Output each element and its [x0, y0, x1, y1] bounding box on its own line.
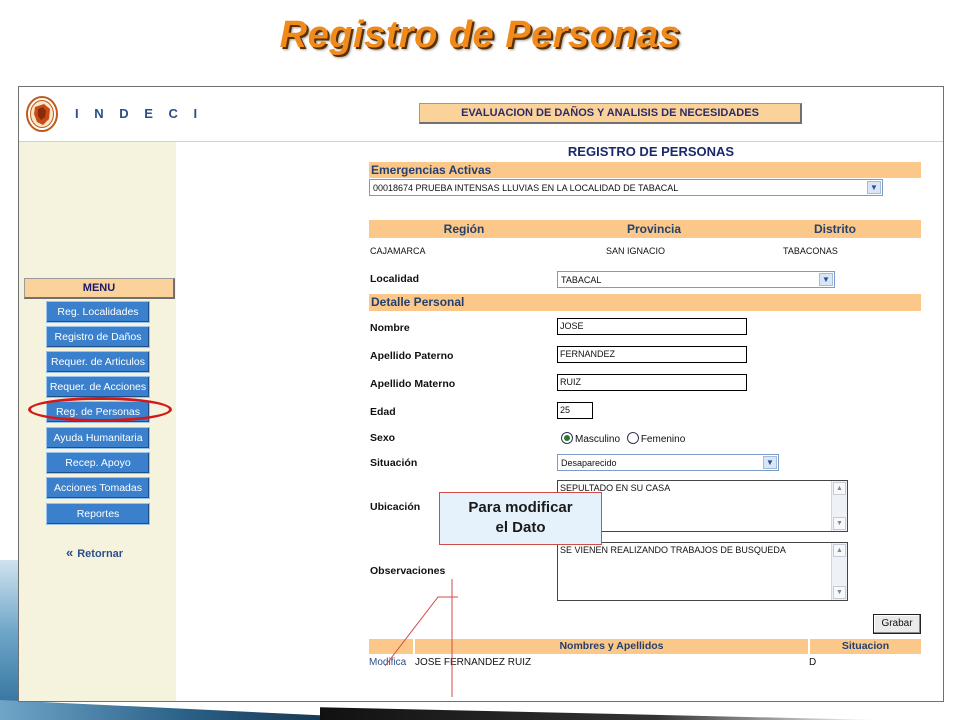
radio-masculino[interactable] [561, 432, 573, 444]
value-provincia: SAN IGNACIO [606, 246, 666, 256]
grabar-button[interactable]: Grabar [873, 614, 921, 634]
brand-name: I N D E C I [75, 106, 204, 121]
nombre-label: Nombre [370, 322, 410, 334]
menu-title: MENU [24, 278, 175, 299]
double-chevron-left-icon: « [66, 545, 74, 560]
situacion-label: Situación [370, 457, 418, 469]
page-heading: REGISTRO DE PERSONAS [567, 144, 735, 159]
scroll-down-icon[interactable]: ▼ [833, 517, 846, 530]
section-detalle: Detalle Personal [369, 294, 921, 311]
scroll-down-icon[interactable]: ▼ [833, 586, 846, 599]
localidad-select-value: TABACAL [561, 275, 602, 285]
indeci-logo-icon [26, 96, 58, 132]
table-header-action [369, 639, 413, 654]
menu-item-registro-danos[interactable]: Registro de Daños [46, 326, 150, 348]
apellido-paterno-label: Apellido Paterno [370, 350, 454, 362]
observaciones-label: Observaciones [370, 565, 446, 577]
table-header-nombres: Nombres y Apellidos [415, 639, 808, 654]
slide-title: Registro de Personas [279, 14, 681, 56]
scroll-up-icon[interactable]: ▲ [833, 482, 846, 495]
callout-line-1: Para modificar [468, 499, 573, 516]
value-region: CAJAMARCA [370, 246, 426, 256]
radio-masculino-label: Masculino [575, 434, 621, 445]
value-distrito: TABACONAS [783, 246, 838, 256]
decor-bottom-shadow [320, 707, 880, 720]
observaciones-textarea[interactable]: SE VIENEN REALIZANDO TRABAJOS DE BUSQUED… [557, 542, 848, 601]
modifica-link[interactable]: Modifica [369, 657, 406, 668]
sexo-label: Sexo [370, 432, 396, 444]
header-provincia: Provincia [559, 220, 749, 238]
header-distrito: Distrito [749, 220, 921, 238]
apellido-materno-input[interactable]: RUIZ [557, 374, 747, 391]
table-header-situacion: Situacion [810, 639, 921, 654]
sexo-radio-group: Masculino Femenino [561, 432, 685, 445]
situacion-select-value: Desaparecido [561, 458, 617, 468]
edad-input[interactable]: 25 [557, 402, 593, 419]
menu-item-requer-articulos[interactable]: Requer. de Articulos [46, 351, 150, 373]
menu-item-requer-acciones[interactable]: Requer. de Acciones [46, 376, 150, 398]
module-banner: EVALUACION DE DAÑOS Y ANALISIS DE NECESI… [419, 103, 802, 124]
scroll-up-icon[interactable]: ▲ [833, 544, 846, 557]
apellido-materno-label: Apellido Materno [370, 378, 456, 390]
situacion-select[interactable]: Desaparecido ▼ [557, 454, 779, 471]
emergencia-select[interactable]: 00018674 PRUEBA INTENSAS LLUVIAS EN LA L… [369, 179, 883, 196]
menu-item-reportes[interactable]: Reportes [46, 503, 150, 525]
radio-femenino[interactable] [626, 432, 639, 444]
ubicacion-label: Ubicación [370, 501, 421, 513]
edad-label: Edad [370, 406, 396, 418]
app-window: I N D E C I EVALUACION DE DAÑOS Y ANALIS… [18, 86, 944, 702]
callout-box: Para modificar el Dato [439, 492, 602, 545]
callout-line-2: el Dato [495, 519, 546, 536]
ubicacion-scrollbar[interactable]: ▲ ▼ [831, 481, 847, 531]
menu-item-recep-apoyo[interactable]: Recep. Apoyo [46, 452, 150, 474]
menu-item-acciones-tomadas[interactable]: Acciones Tomadas [46, 477, 150, 499]
back-link-label: Retornar [77, 548, 124, 560]
localidad-select[interactable]: TABACAL ▼ [557, 271, 835, 288]
table-cell-situacion: D [809, 657, 817, 668]
highlight-oval [28, 397, 172, 422]
localidad-label: Localidad [370, 273, 420, 285]
radio-femenino-label: Femenino [640, 434, 686, 445]
header-region: Región [369, 220, 559, 238]
section-emergencias: Emergencias Activas [369, 162, 921, 178]
nombre-input[interactable]: JOSE [557, 318, 747, 335]
chevron-down-icon: ▼ [819, 273, 833, 286]
observaciones-textarea-value: SE VIENEN REALIZANDO TRABAJOS DE BUSQUED… [560, 545, 786, 555]
sidebar: MENU Reg. Localidades Registro de Daños … [19, 142, 176, 701]
app-header: I N D E C I EVALUACION DE DAÑOS Y ANALIS… [19, 87, 943, 142]
chevron-down-icon: ▼ [867, 181, 881, 194]
back-link[interactable]: «Retornar [66, 545, 123, 560]
chevron-down-icon: ▼ [763, 456, 777, 469]
apellido-paterno-input[interactable]: FERNANDEZ [557, 346, 747, 363]
observaciones-scrollbar[interactable]: ▲ ▼ [831, 543, 847, 600]
main-content: REGISTRO DE PERSONAS Emergencias Activas… [176, 142, 943, 701]
menu-item-ayuda-humanitaria[interactable]: Ayuda Humanitaria [46, 427, 150, 449]
table-cell-name: JOSE FERNANDEZ RUIZ [415, 657, 532, 668]
emergencia-select-value: 00018674 PRUEBA INTENSAS LLUVIAS EN LA L… [373, 183, 679, 193]
menu-item-reg-localidades[interactable]: Reg. Localidades [46, 301, 150, 323]
